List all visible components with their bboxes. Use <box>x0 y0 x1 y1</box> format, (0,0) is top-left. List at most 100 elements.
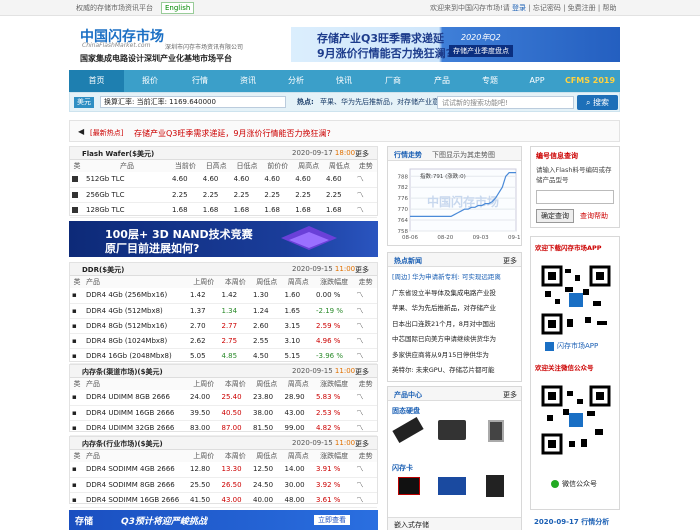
ticker-headline[interactable]: 存储产业Q3旺季需求递延，9月涨价行情能否力挽狂澜? <box>134 128 331 139</box>
table-row[interactable]: ▪ DDR4 UDIMM 8GB 2666 24.00 25.40 23.80 28.90… <box>70 390 377 406</box>
nav-app[interactable]: APP <box>514 70 560 92</box>
help-link[interactable]: 帮助 <box>602 4 616 12</box>
product-name[interactable]: 512Gb TLC <box>84 172 170 188</box>
trend-chart-icon[interactable]: 〽 <box>354 303 377 319</box>
login-link[interactable]: 登录 <box>512 4 526 12</box>
product-name[interactable]: DDR4 UDIMM 8GB 2666 <box>84 390 188 406</box>
nav-analysis[interactable]: 分析 <box>272 70 320 92</box>
cat-embedded[interactable]: 嵌入式存储 <box>388 517 521 530</box>
wafer-title: Flash Wafer($美元) <box>82 150 155 158</box>
table-row[interactable]: ▪ DDR4 8Gb (512Mbx16) 2.70 2.77 2.60 3.15 2.59… <box>70 318 377 334</box>
wechat-qr-code[interactable] <box>541 385 611 455</box>
product-name[interactable]: 128Gb TLC <box>84 202 170 218</box>
ssd-product-image[interactable] <box>438 420 466 440</box>
ad2-cta-button[interactable]: 立即查看 <box>314 515 350 525</box>
list-item[interactable]: 多家供应商将从9月15日停供华为 <box>392 348 517 364</box>
nav-home[interactable]: 首页 <box>69 70 124 92</box>
trend-chart-icon[interactable]: 〽 <box>354 172 377 188</box>
trend-chart-icon[interactable]: 〽 <box>354 187 377 203</box>
nav-products[interactable]: 产品 <box>418 70 466 92</box>
q3-ad-banner[interactable]: 存储 Q3预计将迎严峻挑战 立即查看 <box>69 510 378 530</box>
table-row[interactable]: 256Gb TLC 2.25 2.25 2.25 2.25 2.25 2.25 〽 <box>70 187 377 203</box>
card-product-image[interactable] <box>398 477 420 495</box>
ssd-product-image[interactable] <box>488 420 504 442</box>
search-input[interactable]: 试试新的搜索功能吧! <box>437 96 574 109</box>
daily-analysis-link[interactable]: 2020-09-17 行情分析 <box>530 514 620 530</box>
ddr-more-link[interactable]: 更多 <box>355 265 369 275</box>
product-name[interactable]: 256Gb TLC <box>84 187 170 203</box>
part-number-input[interactable] <box>536 190 614 204</box>
table-row[interactable]: ▪ DDR4 4Gb (256Mbx16) 1.42 1.42 1.30 1.60 0.00… <box>70 288 377 304</box>
table-row[interactable]: ▪ DDR4 UDIMM 32GB 2666 83.00 87.00 81.50 99.0… <box>70 420 377 436</box>
list-item[interactable]: 中芯国际已向美方申请继续供货华为 <box>392 332 517 348</box>
trend-chart-icon[interactable]: 〽 <box>354 348 377 364</box>
card-product-image[interactable] <box>438 477 466 495</box>
table-row[interactable]: ▪ DDR4 8Gb (1024Mbx8) 2.62 2.75 2.55 3.10 4.96… <box>70 333 377 349</box>
search-button[interactable]: ⌕ 搜索 <box>577 95 618 110</box>
trend-chart-icon[interactable]: 〽 <box>354 202 377 218</box>
nav-news[interactable]: 资讯 <box>224 70 272 92</box>
nand-ad-banner[interactable]: 100层+ 3D NAND技术竞赛 原厂目前进展如何? <box>69 221 378 257</box>
price-cell: 30.00 <box>282 477 314 493</box>
udimm-more-link[interactable]: 更多 <box>355 367 369 377</box>
products-more-link[interactable]: 更多 <box>503 390 517 400</box>
list-item[interactable]: 广东省设立半导体及集成电路产业投 <box>392 286 517 302</box>
trend-chart-icon[interactable]: 〽 <box>354 318 377 334</box>
trend-chart-icon[interactable]: 〽 <box>354 405 377 421</box>
card-product-image[interactable] <box>486 475 504 497</box>
table-row[interactable]: ▪ DDR4 SODIMM 4GB 2666 12.80 13.30 12.50 14.0… <box>70 462 377 478</box>
nav-cfms[interactable]: CFMS 2019 <box>560 70 620 92</box>
table-row[interactable]: 512Gb TLC 4.60 4.60 4.60 4.60 4.60 4.60 〽 <box>70 172 377 188</box>
nav-topics[interactable]: 专题 <box>466 70 514 92</box>
nav-quotes[interactable]: 报价 <box>124 70 176 92</box>
product-name[interactable]: DDR4 UDIMM 16GB 2666 <box>84 405 188 421</box>
list-item[interactable]: 日本出口连跌21个月，8月对中国出 <box>392 317 517 333</box>
wafer-more-link[interactable]: 更多 <box>355 149 369 159</box>
trend-chart-icon[interactable]: 〽 <box>354 477 377 493</box>
app-qr-code[interactable] <box>541 265 611 335</box>
latest-news-ticker[interactable]: ◀ [最新热点] 存储产业Q3旺季需求递延，9月涨价行情能否力挽狂澜? <box>69 120 620 142</box>
cat-ssd[interactable]: 固态硬盘 <box>392 406 420 416</box>
trend-chart-icon[interactable]: 〽 <box>354 288 377 304</box>
sodimm-more-link[interactable]: 更多 <box>355 439 369 449</box>
list-item[interactable]: 苹果、华为先后推新品，对存储产业 <box>392 301 517 317</box>
part-help-link[interactable]: 查询帮助 <box>580 211 608 221</box>
trend-tab[interactable]: 行情走势 <box>394 150 422 160</box>
trend-line-chart[interactable]: 78878277677076475808-0608-2009-0309-17中国… <box>388 161 521 245</box>
list-item[interactable]: [周边] 华为申请新专利: 可实现远距离 <box>392 270 517 286</box>
table-row[interactable]: ▪ DDR4 16Gb (2048Mbx8) 5.05 4.85 4.50 5.15 -3.… <box>70 348 377 364</box>
header-banner-ad[interactable]: 存储产业Q3旺季需求递延 9月涨价行情能否力挽狂澜? 2020年Q2 存储产业季… <box>291 27 620 62</box>
part-query-button[interactable]: 确定查询 <box>536 209 574 223</box>
trend-chart-icon[interactable]: 〽 <box>354 420 377 436</box>
product-name[interactable]: DDR4 8Gb (512Mbx16) <box>84 318 188 334</box>
table-row[interactable]: ▪ DDR4 UDIMM 16GB 2666 39.50 40.50 38.00 43.0… <box>70 405 377 421</box>
trend-chart-icon[interactable]: 〽 <box>354 333 377 349</box>
nav-vendors[interactable]: 厂商 <box>368 70 418 92</box>
table-row[interactable]: 128Gb TLC 1.68 1.68 1.68 1.68 1.68 1.68 〽 <box>70 202 377 218</box>
cat-flash-card[interactable]: 闪存卡 <box>392 463 413 473</box>
product-name[interactable]: DDR4 4Gb (256Mbx16) <box>84 288 188 304</box>
table-row[interactable]: ▪ DDR4 4Gb (512Mbx8) 1.37 1.34 1.24 1.65 -2.19… <box>70 303 377 319</box>
trend-chart-icon[interactable]: 〽 <box>354 492 377 508</box>
news-more-link[interactable]: 更多 <box>503 256 517 266</box>
forgot-password-link[interactable]: 忘记密码 <box>533 4 561 12</box>
table-row[interactable]: ▪ DDR4 SODIMM 8GB 2666 25.50 26.50 24.50 30.0… <box>70 477 377 493</box>
product-name[interactable]: DDR4 8Gb (1024Mbx8) <box>84 333 188 349</box>
product-name[interactable]: DDR4 SODIMM 16GB 2666 <box>84 492 188 508</box>
table-row[interactable]: ▪ DDR4 SODIMM 16GB 2666 41.50 43.00 40.00 48.… <box>70 492 377 508</box>
ssd-product-image[interactable] <box>392 416 424 444</box>
product-name[interactable]: DDR4 SODIMM 8GB 2666 <box>84 477 188 493</box>
product-name[interactable]: DDR4 16Gb (2048Mbx8) <box>84 348 188 364</box>
english-link[interactable]: English <box>161 2 195 14</box>
product-name[interactable]: DDR4 4Gb (512Mbx8) <box>84 303 188 319</box>
product-name[interactable]: DDR4 SODIMM 4GB 2666 <box>84 462 188 478</box>
ad1-line2: 原厂目前进展如何? <box>105 242 200 255</box>
trend-chart-icon[interactable]: 〽 <box>354 462 377 478</box>
register-link[interactable]: 免费注册 <box>568 4 596 12</box>
trend-chart-icon[interactable]: 〽 <box>354 390 377 406</box>
hot-label: 热点: <box>297 98 314 106</box>
nav-market[interactable]: 行情 <box>176 70 224 92</box>
nav-flash-news[interactable]: 快讯 <box>320 70 368 92</box>
list-item[interactable]: 英特尔: 未来GPU、存储芯片都可能 <box>392 363 517 379</box>
product-name[interactable]: DDR4 UDIMM 32GB 2666 <box>84 420 188 436</box>
